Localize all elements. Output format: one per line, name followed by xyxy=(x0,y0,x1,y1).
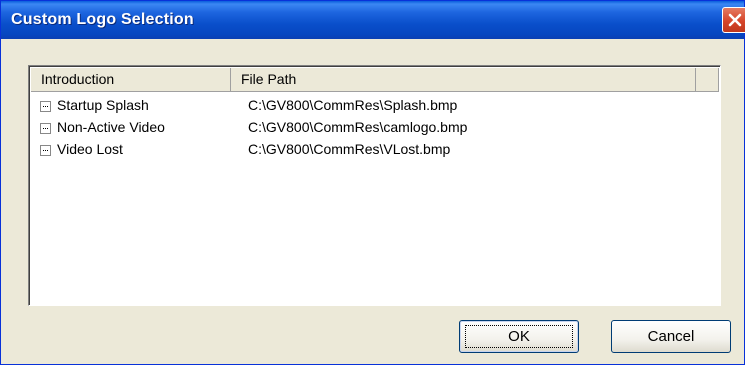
item-introduction: Video Lost xyxy=(57,141,123,157)
list-item[interactable]: Video Lost C:\GV800\CommRes\VLost.bmp xyxy=(31,140,719,162)
cancel-button-label: Cancel xyxy=(647,328,695,345)
item-file-path: C:\GV800\CommRes\Splash.bmp xyxy=(248,97,458,113)
item-file-path: C:\GV800\CommRes\camlogo.bmp xyxy=(248,119,468,135)
item-introduction: Startup Splash xyxy=(57,97,149,113)
tree-node-icon xyxy=(40,123,51,134)
ok-button[interactable]: OK xyxy=(459,320,579,353)
close-icon xyxy=(728,13,742,27)
close-button[interactable] xyxy=(722,7,745,33)
ok-button-label: OK xyxy=(508,328,530,345)
column-header-introduction[interactable]: Introduction xyxy=(31,68,231,92)
list-item[interactable]: Startup Splash C:\GV800\CommRes\Splash.b… xyxy=(31,96,719,118)
column-header-file-path[interactable]: File Path xyxy=(231,68,696,92)
item-introduction: Non-Active Video xyxy=(57,119,165,135)
list-header: Introduction File Path xyxy=(31,68,719,92)
tree-node-icon xyxy=(40,101,51,112)
title-bar[interactable]: Custom Logo Selection xyxy=(1,1,745,39)
logo-list[interactable]: Introduction File Path Startup Splash C:… xyxy=(28,65,721,306)
tree-node-icon xyxy=(40,145,51,156)
column-header-blank[interactable] xyxy=(696,68,719,92)
cancel-button[interactable]: Cancel xyxy=(611,320,731,353)
item-file-path: C:\GV800\CommRes\VLost.bmp xyxy=(248,141,451,157)
custom-logo-dialog: Custom Logo Selection Introduction File … xyxy=(0,0,745,365)
window-title: Custom Logo Selection xyxy=(11,11,194,28)
list-item[interactable]: Non-Active Video C:\GV800\CommRes\camlog… xyxy=(31,118,719,140)
